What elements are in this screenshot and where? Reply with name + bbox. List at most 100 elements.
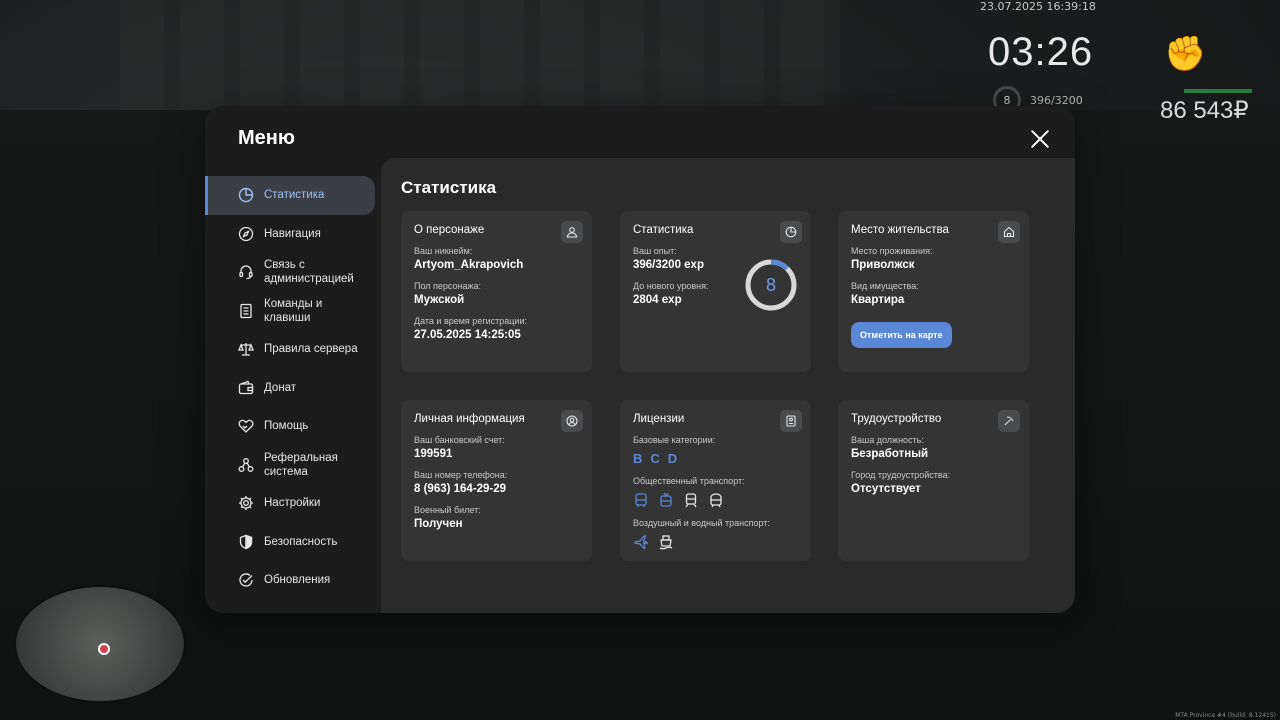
air-water-transport-icons xyxy=(633,534,798,550)
card-employment: Трудоустройство Ваша должность: Безработ… xyxy=(838,400,1029,561)
user-icon xyxy=(561,221,583,243)
sidebar-item-settings[interactable]: Настройки xyxy=(205,484,381,523)
card-stats: Статистика Ваш опыт: 396/3200 exp До нов… xyxy=(620,211,811,372)
sidebar-item-updates[interactable]: Обновления xyxy=(205,561,381,600)
minimap xyxy=(14,585,186,703)
sidebar-item-label: Правила сервера xyxy=(264,343,358,356)
sidebar-item-rules[interactable]: Правила сервера xyxy=(205,330,381,369)
position-value: Безработный xyxy=(851,448,929,460)
compass-icon xyxy=(238,226,254,242)
card-character: О персонаже Ваш никнейм: Artyom_Akrapovi… xyxy=(401,211,592,372)
card-residence: Место жительства Место проживания: Приво… xyxy=(838,211,1029,372)
sidebar-item-label: Навигация xyxy=(264,227,321,240)
hud-clock: 03:26 xyxy=(988,30,1094,74)
phone-label: Ваш номер телефона: xyxy=(414,470,508,480)
gear-icon xyxy=(238,495,254,511)
sidebar-item-label: Настройки xyxy=(264,497,321,510)
military-value: Получен xyxy=(414,518,463,530)
air-water-transport-label: Воздушный и водный транспорт: xyxy=(633,518,770,528)
card-title: О персонаже xyxy=(414,224,485,236)
card-title: Место жительства xyxy=(851,224,949,236)
close-button[interactable] xyxy=(1027,126,1053,152)
license-category-d: D xyxy=(667,451,678,466)
hud-health-bar xyxy=(1184,89,1252,93)
pie-chart-icon xyxy=(238,187,254,203)
sidebar: Статистика Навигация Связь с администрац… xyxy=(205,176,381,600)
place-value: Приволжск xyxy=(851,259,915,271)
content-panel: Статистика О персонаже Ваш никнейм: Arty… xyxy=(381,158,1075,613)
plane-icon xyxy=(633,534,649,550)
user-circle-icon xyxy=(561,410,583,432)
card-title: Лицензии xyxy=(633,413,685,425)
gender-label: Пол персонажа: xyxy=(414,281,482,291)
hud-build: MTA Province #4 (build: 8.12415) xyxy=(1175,712,1276,719)
sidebar-item-label: Реферальная система xyxy=(264,451,338,478)
property-label: Вид имущества: xyxy=(851,281,919,291)
headset-icon xyxy=(238,264,254,280)
sidebar-item-referral[interactable]: Реферальная система xyxy=(205,446,381,485)
wallet-icon xyxy=(238,380,254,396)
handshake-heart-icon xyxy=(238,418,254,434)
military-label: Военный билет: xyxy=(414,505,481,515)
phone-value: 8 (963) 164-29-29 xyxy=(414,483,507,495)
registration-label: Дата и время регистрации: xyxy=(414,316,527,326)
menu-window: Меню Статистика Навигация Связь с админи… xyxy=(205,106,1075,613)
nickname-label: Ваш никнейм: xyxy=(414,246,473,256)
fist-icon: ✊ xyxy=(1164,34,1207,74)
level-number: 8 xyxy=(765,274,776,295)
employment-city-label: Город трудоустройства: xyxy=(851,470,951,480)
public-transport-icons xyxy=(633,492,798,508)
position-label: Ваша должность: xyxy=(851,435,924,445)
sidebar-item-security[interactable]: Безопасность xyxy=(205,523,381,562)
registration-value: 27.05.2025 14:25:05 xyxy=(414,329,521,341)
hud-money: 86 543₽ xyxy=(1160,97,1249,124)
exp-label: Ваш опыт: xyxy=(633,246,677,256)
card-title: Личная информация xyxy=(414,413,525,425)
pie-chart-icon xyxy=(780,221,802,243)
license-categories: B C D xyxy=(633,451,798,466)
content-title: Статистика xyxy=(401,178,497,197)
game-building xyxy=(120,0,840,110)
network-icon xyxy=(238,457,254,473)
sidebar-item-donate[interactable]: Донат xyxy=(205,369,381,408)
public-transport-label: Общественный транспорт: xyxy=(633,476,745,486)
mark-on-map-button[interactable]: Отметить на карте xyxy=(851,322,952,348)
bank-value: 199591 xyxy=(414,448,453,460)
tram-icon xyxy=(683,492,699,508)
sidebar-item-navigation[interactable]: Навигация xyxy=(205,215,381,254)
check-circle-icon xyxy=(238,572,254,588)
sidebar-item-statistics[interactable]: Статистика xyxy=(205,176,375,215)
level-progress-ring: 8 xyxy=(744,258,798,312)
document-icon xyxy=(238,303,254,319)
sidebar-item-label: Помощь xyxy=(264,420,309,433)
id-card-icon xyxy=(780,410,802,432)
card-licenses: Лицензии Базовые категории: B C D Общест… xyxy=(620,400,811,561)
gender-value: Мужской xyxy=(414,294,465,306)
boat-icon xyxy=(658,534,674,550)
shield-icon xyxy=(238,534,254,550)
card-title: Статистика xyxy=(633,224,694,236)
base-categories-label: Базовые категории: xyxy=(633,435,716,445)
employment-city-value: Отсутствует xyxy=(851,483,921,495)
property-value: Квартира xyxy=(851,294,905,306)
metro-icon xyxy=(708,492,724,508)
place-label: Место проживания: xyxy=(851,246,933,256)
sidebar-item-help[interactable]: Помощь xyxy=(205,407,381,446)
sidebar-item-label: Обновления xyxy=(264,574,331,587)
pickaxe-icon xyxy=(998,410,1020,432)
sidebar-item-commands[interactable]: Команды и клавиши xyxy=(205,292,381,331)
card-personal: Личная информация Ваш банковский счет: 1… xyxy=(401,400,592,561)
menu-title: Меню xyxy=(238,127,295,149)
sidebar-item-label: Безопасность xyxy=(264,535,338,548)
card-title: Трудоустройство xyxy=(851,413,942,425)
player-pin-icon xyxy=(98,643,110,655)
scales-icon xyxy=(238,341,254,357)
hud-datetime: 23.07.2025 16:39:18 xyxy=(980,0,1096,13)
sidebar-item-label: Статистика xyxy=(264,189,325,202)
bank-label: Ваш банковский счет: xyxy=(414,435,505,445)
sidebar-item-label: Донат xyxy=(264,381,297,394)
sidebar-item-admin-contact[interactable]: Связь с администрацией xyxy=(205,253,381,292)
sidebar-item-label: Связь с администрацией xyxy=(264,259,354,286)
home-icon xyxy=(998,221,1020,243)
license-category-b: B xyxy=(633,451,643,466)
